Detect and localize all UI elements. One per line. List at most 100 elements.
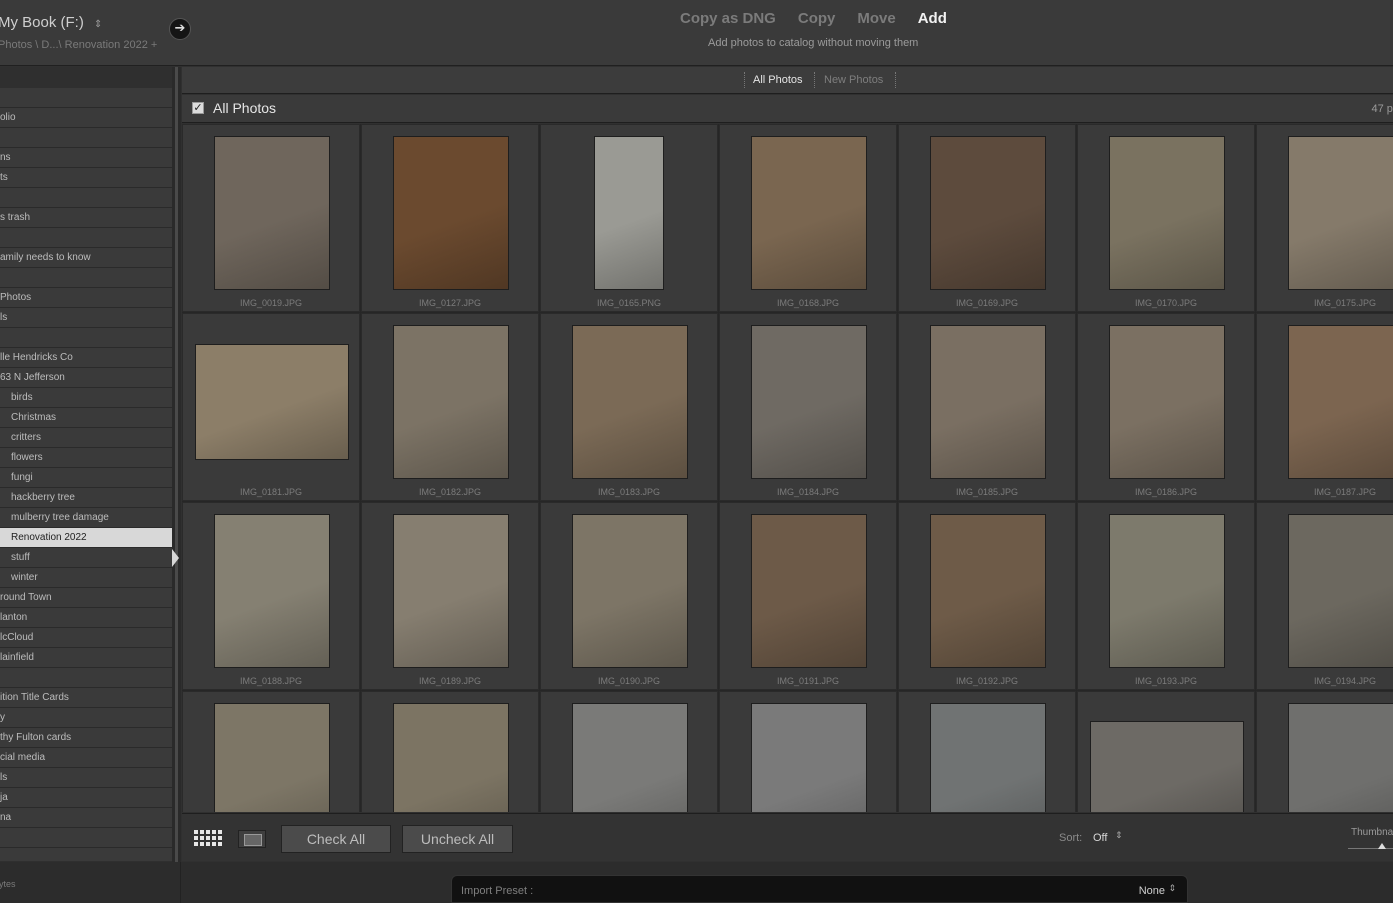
folder-item[interactable]: thy Fulton cards (0, 728, 172, 748)
folder-item[interactable]: lle Hendricks Co (0, 348, 172, 368)
photo-cell[interactable]: IMG_0194.JPG (1256, 502, 1393, 690)
photo-cell[interactable]: IMG_0192.JPG (898, 502, 1076, 690)
photo-cell[interactable] (1256, 691, 1393, 812)
thumbnail-size-slider[interactable] (1348, 848, 1393, 849)
source-updown-icon[interactable]: ⇕ (94, 19, 102, 30)
photo-cell[interactable] (361, 691, 539, 812)
folder-item[interactable]: birds (0, 388, 172, 408)
folder-item[interactable]: mulberry tree damage (0, 508, 172, 528)
folder-item[interactable]: 63 N Jefferson (0, 368, 172, 388)
photo-cell[interactable]: IMG_0190.JPG (540, 502, 718, 690)
source-panel-scrollbar[interactable] (172, 67, 181, 862)
photo-cell[interactable]: IMG_0188.JPG (182, 502, 360, 690)
folder-item[interactable]: round Town (0, 588, 172, 608)
photo-thumbnail[interactable] (214, 703, 330, 812)
folder-item[interactable]: Photos (0, 288, 172, 308)
folder-item[interactable]: y (0, 708, 172, 728)
folder-item[interactable]: ls (0, 308, 172, 328)
thumbnail-slider-knob[interactable] (1378, 843, 1386, 849)
folder-item[interactable]: critters (0, 428, 172, 448)
photo-thumbnail[interactable] (572, 325, 688, 479)
photo-thumbnail[interactable] (1109, 514, 1225, 668)
folder-item[interactable]: hackberry tree (0, 488, 172, 508)
select-all-checkbox[interactable]: ✓ (192, 102, 204, 114)
folder-item[interactable]: Christmas (0, 408, 172, 428)
tab-all-photos[interactable]: All Photos (753, 74, 803, 86)
photo-thumbnail[interactable] (393, 514, 509, 668)
photo-thumbnail[interactable] (1288, 514, 1393, 668)
photo-thumbnail[interactable] (393, 703, 509, 812)
photo-cell[interactable]: IMG_0193.JPG (1077, 502, 1255, 690)
photo-cell[interactable]: IMG_0127.JPG (361, 124, 539, 312)
folder-item[interactable] (0, 828, 172, 848)
photo-thumbnail[interactable] (930, 136, 1046, 290)
photo-cell[interactable] (719, 691, 897, 812)
folder-item[interactable]: cial media (0, 748, 172, 768)
preset-updown-icon[interactable]: ⇕ (1168, 884, 1176, 894)
photo-thumbnail[interactable] (214, 136, 330, 290)
folder-item[interactable]: amily needs to know (0, 248, 172, 268)
folder-item[interactable]: lainfield (0, 648, 172, 668)
import-preset-bar[interactable]: Import Preset : None ⇕ (451, 875, 1188, 903)
folder-item[interactable]: fungi (0, 468, 172, 488)
photo-cell[interactable]: IMG_0181.JPG (182, 313, 360, 501)
folder-item[interactable]: ns (0, 148, 172, 168)
photo-cell[interactable]: IMG_0170.JPG (1077, 124, 1255, 312)
photo-thumbnail[interactable] (572, 703, 688, 812)
next-arrow-icon[interactable]: ➔ (169, 18, 191, 40)
source-selector[interactable]: My Book (F:) ⇕ (0, 14, 102, 31)
mode-copy[interactable]: Copy (798, 10, 836, 34)
sort-select[interactable]: Off (1093, 832, 1107, 844)
folder-item[interactable] (0, 188, 172, 208)
folder-item[interactable] (0, 228, 172, 248)
photo-thumbnail[interactable] (1109, 136, 1225, 290)
folder-item[interactable] (0, 268, 172, 288)
photo-thumbnail[interactable] (572, 514, 688, 668)
photo-cell[interactable] (540, 691, 718, 812)
folder-item[interactable] (0, 128, 172, 148)
folder-item[interactable]: lcCloud (0, 628, 172, 648)
mode-move[interactable]: Move (857, 10, 895, 34)
uncheck-all-button[interactable]: Uncheck All (402, 825, 513, 853)
photo-cell[interactable]: IMG_0189.JPG (361, 502, 539, 690)
photo-thumbnail[interactable] (195, 344, 349, 460)
folder-item[interactable]: lanton (0, 608, 172, 628)
photo-cell[interactable]: IMG_0191.JPG (719, 502, 897, 690)
photo-thumbnail[interactable] (751, 514, 867, 668)
photo-cell[interactable] (182, 691, 360, 812)
photo-cell[interactable]: IMG_0184.JPG (719, 313, 897, 501)
folder-item[interactable]: winter (0, 568, 172, 588)
photo-cell[interactable]: IMG_0019.JPG (182, 124, 360, 312)
folder-item[interactable]: ition Title Cards (0, 688, 172, 708)
photo-thumbnail[interactable] (930, 325, 1046, 479)
photo-cell[interactable]: IMG_0175.JPG (1256, 124, 1393, 312)
import-preset-select[interactable]: None (1139, 885, 1165, 897)
photo-thumbnail[interactable] (393, 325, 509, 479)
photo-cell[interactable] (898, 691, 1076, 812)
folder-item[interactable]: ja (0, 788, 172, 808)
photo-thumbnail[interactable] (214, 514, 330, 668)
photo-cell[interactable] (1077, 691, 1255, 812)
folder-item[interactable]: ts (0, 168, 172, 188)
photo-thumbnail[interactable] (1288, 325, 1393, 479)
folder-item[interactable] (0, 88, 172, 108)
photo-thumbnail[interactable] (751, 703, 867, 812)
grid-view-icon[interactable] (194, 829, 223, 848)
source-path[interactable]: Photos \ D...\ Renovation 2022 + (0, 39, 157, 51)
photo-thumbnail[interactable] (751, 136, 867, 290)
mode-add[interactable]: Add (918, 10, 947, 34)
photo-thumbnail[interactable] (751, 325, 867, 479)
photo-thumbnail[interactable] (1109, 325, 1225, 479)
folder-item[interactable]: na (0, 808, 172, 828)
photo-cell[interactable]: IMG_0183.JPG (540, 313, 718, 501)
photo-cell[interactable]: IMG_0185.JPG (898, 313, 1076, 501)
photo-cell[interactable]: IMG_0182.JPG (361, 313, 539, 501)
folder-item[interactable]: ls (0, 768, 172, 788)
folder-item[interactable]: flowers (0, 448, 172, 468)
photo-cell[interactable]: IMG_0169.JPG (898, 124, 1076, 312)
photo-cell[interactable]: IMG_0165.PNG (540, 124, 718, 312)
sort-updown-icon[interactable]: ⇕ (1115, 831, 1123, 841)
photo-thumbnail[interactable] (594, 136, 664, 290)
photo-thumbnail[interactable] (930, 703, 1046, 812)
tab-new-photos[interactable]: New Photos (824, 74, 883, 86)
